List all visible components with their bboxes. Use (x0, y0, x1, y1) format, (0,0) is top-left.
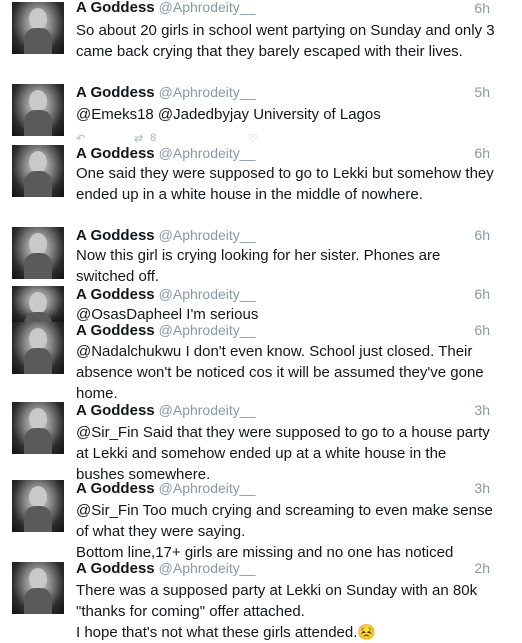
user-handle[interactable]: @Aphrodeity__ (159, 322, 256, 338)
timestamp[interactable]: 5h (474, 84, 490, 100)
avatar[interactable] (12, 2, 64, 54)
avatar[interactable] (12, 322, 64, 374)
timestamp[interactable]: 6h (474, 145, 490, 161)
tweet-text: Now this girl is crying looking for her … (76, 247, 441, 285)
user-handle[interactable]: @Aphrodeity__ (159, 286, 256, 302)
timestamp[interactable]: 6h (474, 286, 490, 302)
timestamp[interactable]: 3h (474, 402, 490, 418)
timestamp[interactable]: 6h (474, 227, 490, 243)
tweet-text: @Nadalchukwu I don't even know. School j… (76, 343, 484, 402)
display-name[interactable]: A Goddess (76, 84, 155, 101)
timestamp[interactable]: 3h (474, 480, 490, 496)
avatar[interactable] (12, 402, 64, 454)
user-handle[interactable]: @Aphrodeity__ (159, 227, 256, 243)
tweet-actions: ↶ ⇄ 8 ♡ (76, 132, 276, 146)
display-name[interactable]: A Goddess (76, 480, 155, 497)
avatar[interactable] (12, 480, 64, 532)
tweet-text: There was a supposed party at Lekki on S… (76, 582, 478, 641)
timestamp[interactable]: 6h (474, 322, 490, 338)
tweet-text: So about 20 girls in school went partyin… (76, 22, 495, 60)
avatar[interactable] (12, 562, 64, 614)
user-handle[interactable]: @Aphrodeity__ (159, 480, 256, 496)
user-handle[interactable]: @Aphrodeity__ (159, 0, 256, 15)
avatar[interactable] (12, 227, 64, 279)
display-name[interactable]: A Goddess (76, 322, 155, 339)
user-handle[interactable]: @Aphrodeity__ (159, 560, 256, 576)
heart-icon[interactable]: ♡ (248, 132, 258, 145)
retweet-count: 8 (150, 132, 157, 144)
user-handle[interactable]: @Aphrodeity__ (159, 84, 256, 100)
display-name[interactable]: A Goddess (76, 145, 155, 162)
display-name[interactable]: A Goddess (76, 286, 155, 303)
retweet-icon[interactable]: ⇄ (134, 132, 143, 145)
tweet-text: One said they were supposed to go to Lek… (76, 165, 494, 203)
user-handle[interactable]: @Aphrodeity__ (159, 402, 256, 418)
reply-icon[interactable]: ↶ (76, 132, 85, 145)
user-handle[interactable]: @Aphrodeity__ (159, 145, 256, 161)
tweet-text: @Emeks18 @Jadedbyjay University of Lagos (76, 106, 381, 123)
avatar[interactable] (12, 286, 64, 322)
display-name[interactable]: A Goddess (76, 0, 155, 16)
timestamp[interactable]: 2h (474, 560, 490, 576)
avatar[interactable] (12, 84, 64, 136)
avatar[interactable] (12, 145, 64, 197)
display-name[interactable]: A Goddess (76, 560, 155, 577)
tweet-text: @Sir_Fin Said that they were supposed to… (76, 424, 490, 483)
display-name[interactable]: A Goddess (76, 402, 155, 419)
tweet-text: @Sir_Fin Too much crying and screaming t… (76, 502, 493, 561)
display-name[interactable]: A Goddess (76, 227, 155, 244)
timestamp[interactable]: 6h (474, 0, 490, 16)
